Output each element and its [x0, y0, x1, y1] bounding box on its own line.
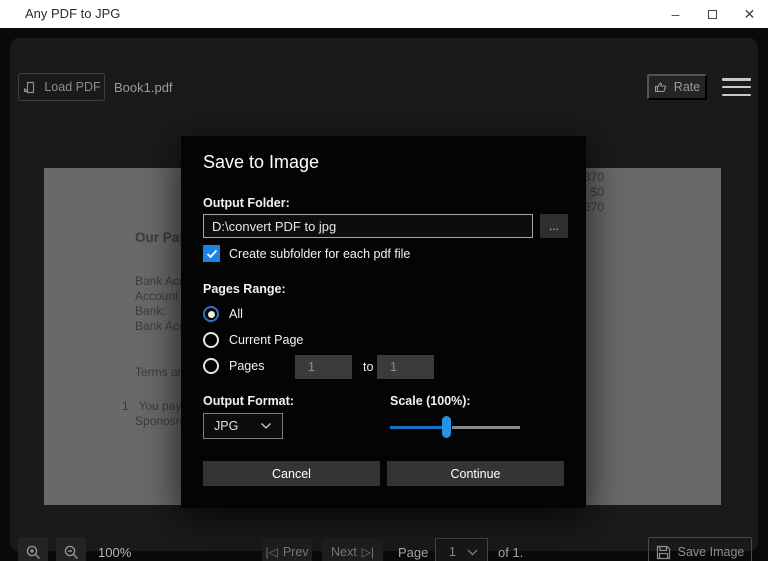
menu-button[interactable]	[722, 78, 751, 96]
doc-heading: Our Pay	[135, 230, 187, 245]
window-title: Any PDF to JPG	[25, 6, 120, 21]
chevron-down-icon	[260, 422, 272, 430]
doc-amount: 370	[584, 200, 604, 215]
radio-current-page[interactable]	[203, 332, 219, 348]
subfolder-checkbox-row[interactable]: Create subfolder for each pdf file	[203, 245, 410, 262]
menu-icon	[722, 78, 751, 81]
zoom-out-button[interactable]	[56, 537, 86, 561]
next-page-button[interactable]: Next ▷|	[322, 538, 383, 561]
doc-amount: $0	[584, 185, 604, 200]
save-to-image-dialog: Save to Image Output Folder: ... Create …	[181, 136, 586, 508]
load-pdf-button[interactable]: Load PDF	[18, 73, 105, 101]
zoom-in-icon	[25, 544, 42, 561]
loaded-filename: Book1.pdf	[114, 73, 173, 101]
slider-track-rest[interactable]	[452, 426, 520, 429]
cancel-button[interactable]: Cancel	[203, 461, 380, 486]
radio-pages[interactable]	[203, 358, 219, 374]
output-format-select[interactable]: JPG	[203, 413, 283, 439]
radio-current-page-label: Current Page	[229, 333, 303, 347]
radio-all-row[interactable]: All	[203, 306, 243, 322]
output-folder-label: Output Folder:	[203, 196, 290, 210]
output-format-label: Output Format:	[203, 394, 294, 408]
doc-amount: 370	[584, 170, 604, 185]
slider-track-active[interactable]	[390, 426, 446, 429]
radio-pages-row[interactable]: Pages	[203, 358, 264, 374]
dialog-title: Save to Image	[203, 152, 319, 173]
minimize-icon: –	[672, 6, 680, 22]
close-icon: ✕	[744, 6, 756, 23]
zoom-level: 100%	[98, 545, 131, 560]
load-pdf-icon	[22, 80, 37, 95]
scale-label: Scale (100%):	[390, 394, 471, 408]
app-body: Load PDF Book1.pdf Rate 370 $0 370 Our P…	[0, 28, 768, 561]
pages-range-label: Pages Range:	[203, 282, 286, 296]
pages-to-label: to	[363, 360, 373, 374]
continue-button[interactable]: Continue	[387, 461, 564, 486]
minimize-button[interactable]: –	[657, 0, 694, 28]
zoom-in-button[interactable]	[18, 537, 48, 561]
save-image-button[interactable]: Save Image	[648, 537, 752, 561]
page-number-value: 1	[449, 545, 456, 559]
maximize-button[interactable]	[694, 0, 731, 28]
radio-all-label: All	[229, 307, 243, 321]
radio-current-page-row[interactable]: Current Page	[203, 332, 303, 348]
load-pdf-label: Load PDF	[44, 80, 100, 94]
scale-slider[interactable]	[390, 416, 520, 438]
doc-line: Bank:	[135, 304, 166, 318]
page-count-label: of 1.	[498, 545, 523, 560]
thumbs-up-icon	[654, 80, 668, 94]
zoom-out-icon	[63, 544, 80, 561]
browse-folder-button[interactable]: ...	[540, 214, 568, 238]
page-label: Page	[398, 545, 428, 560]
rate-button[interactable]: Rate	[647, 74, 707, 100]
radio-pages-label: Pages	[229, 359, 264, 373]
prev-icon: |◁	[265, 545, 277, 559]
chevron-down-icon	[467, 549, 478, 556]
format-value: JPG	[214, 419, 238, 433]
subfolder-checkbox-label: Create subfolder for each pdf file	[229, 247, 410, 261]
next-icon: ▷|	[362, 545, 374, 559]
save-icon	[656, 545, 671, 560]
next-label: Next	[331, 545, 357, 559]
subfolder-checkbox[interactable]	[203, 245, 220, 262]
prev-label: Prev	[283, 545, 309, 559]
check-icon	[206, 249, 218, 259]
pages-from-input[interactable]	[295, 355, 352, 379]
rate-label: Rate	[674, 80, 700, 94]
page-number-select[interactable]: 1	[435, 538, 488, 561]
app-window: Any PDF to JPG – ✕ Load PDF Book1.pdf	[0, 0, 768, 561]
maximize-icon	[708, 10, 717, 19]
close-button[interactable]: ✕	[731, 0, 768, 28]
save-image-label: Save Image	[678, 545, 745, 559]
slider-thumb[interactable]	[442, 416, 451, 438]
radio-all[interactable]	[203, 306, 219, 322]
window-controls: – ✕	[657, 0, 768, 28]
titlebar: Any PDF to JPG – ✕	[0, 0, 768, 28]
prev-page-button[interactable]: |◁ Prev	[262, 538, 312, 561]
pages-to-input[interactable]	[377, 355, 434, 379]
document-amounts: 370 $0 370	[584, 170, 604, 215]
output-folder-input[interactable]	[203, 214, 533, 238]
